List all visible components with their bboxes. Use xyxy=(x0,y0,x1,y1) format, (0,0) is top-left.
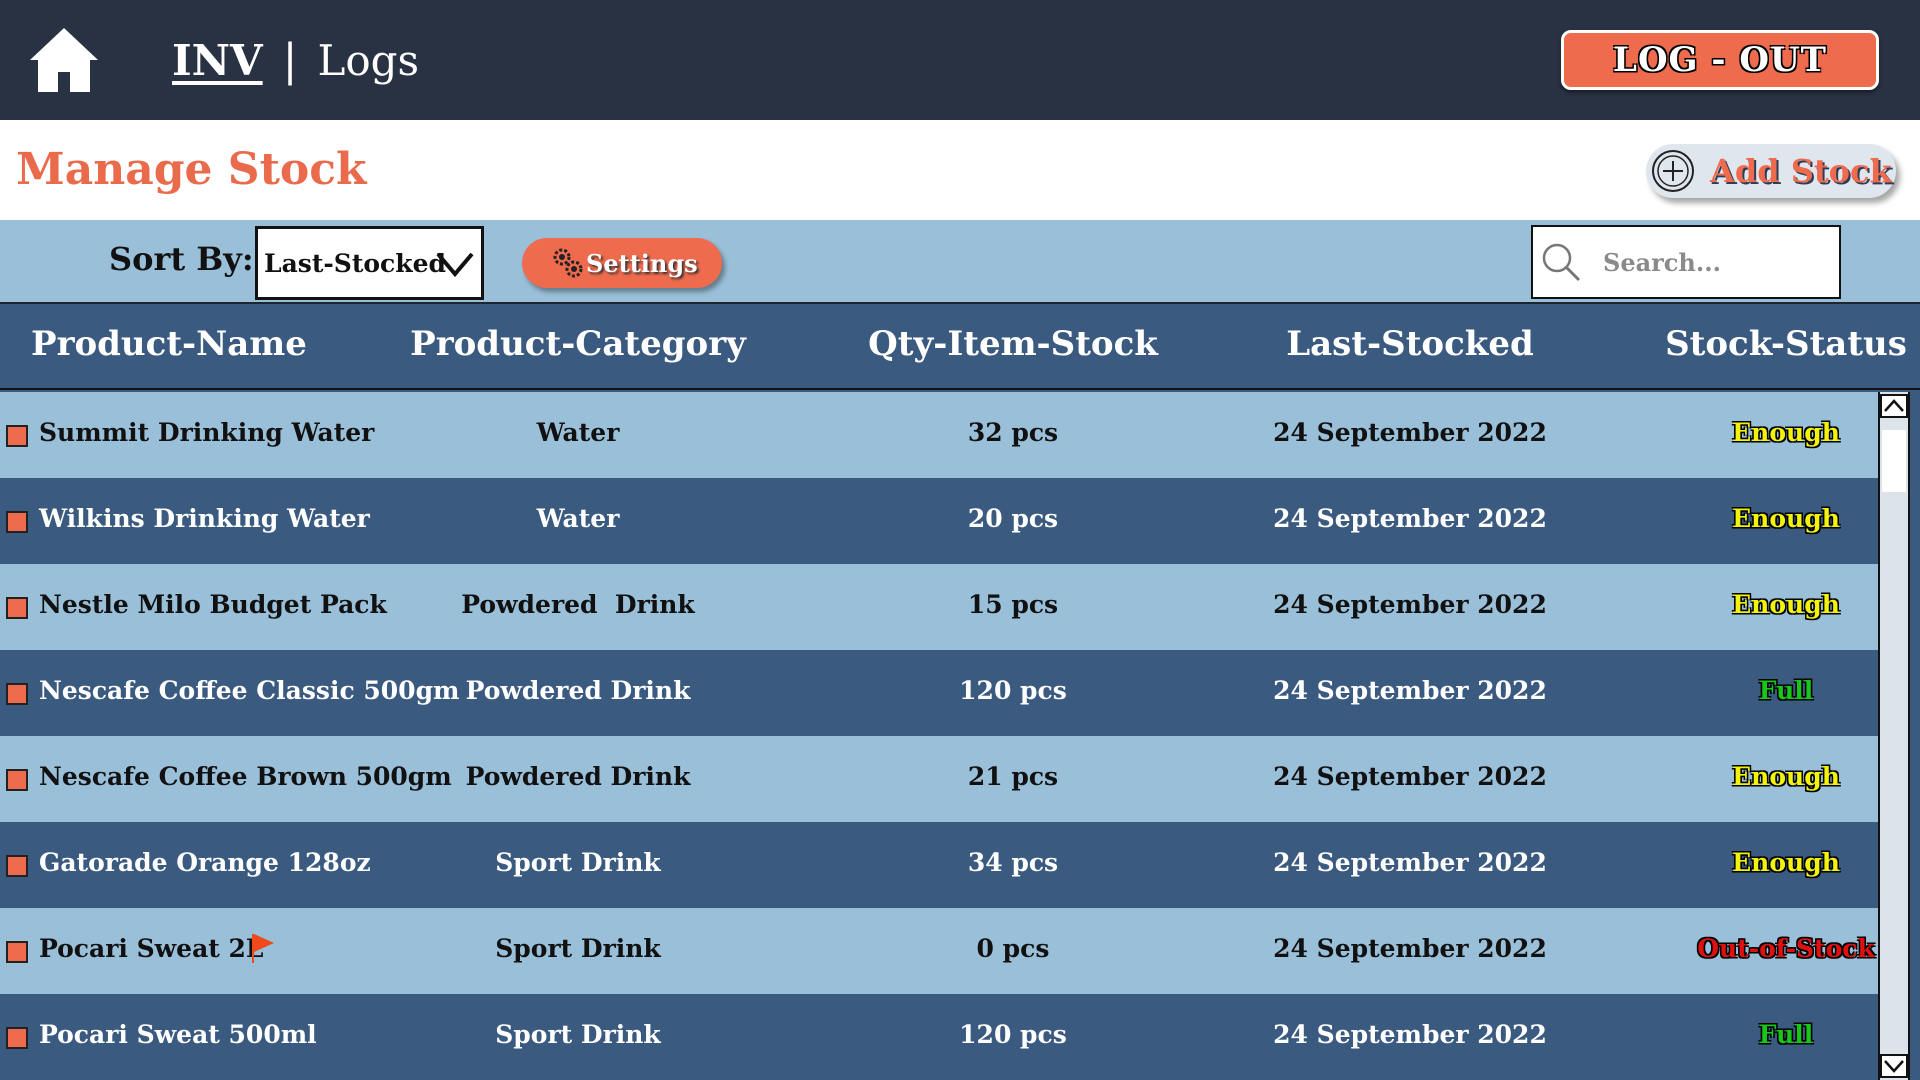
status-badge: Full xyxy=(1758,676,1814,705)
last-stocked: 24 September 2022 xyxy=(1273,848,1547,877)
product-name: Pocari Sweat 2L xyxy=(39,934,264,963)
breadcrumb: INV | Logs xyxy=(172,30,419,90)
qty-item-stock: 120 pcs xyxy=(959,1020,1067,1049)
status-badge: Enough xyxy=(1732,848,1840,877)
top-nav-bar: INV | Logs LOG - OUT xyxy=(0,0,1920,120)
gears-icon xyxy=(553,248,583,278)
product-category: Powdered Drink xyxy=(461,590,695,619)
sort-select[interactable]: Last-Stocked xyxy=(255,226,484,300)
product-name: Nestle Milo Budget Pack xyxy=(39,590,387,619)
qty-item-stock: 15 pcs xyxy=(967,590,1059,619)
table-row[interactable]: Gatorade Orange 128oz Sport Drink 34 pcs… xyxy=(0,822,1878,908)
product-name: Nescafe Coffee Brown 500gm xyxy=(39,762,452,791)
qty-item-stock: 0 pcs xyxy=(976,934,1050,963)
qty-item-stock: 21 pcs xyxy=(967,762,1059,791)
row-checkbox[interactable] xyxy=(6,769,28,791)
status-badge: Enough xyxy=(1732,418,1840,447)
column-header-stock-status[interactable]: Stock-Status xyxy=(1665,324,1907,364)
status-badge: Enough xyxy=(1732,762,1840,791)
row-checkbox[interactable] xyxy=(6,597,28,619)
table-row[interactable]: Nescafe Coffee Classic 500gm Powdered Dr… xyxy=(0,650,1878,736)
scroll-up-button[interactable] xyxy=(1880,394,1908,418)
last-stocked: 24 September 2022 xyxy=(1273,504,1547,533)
status-badge: Out-of-Stock xyxy=(1697,934,1875,963)
last-stocked: 24 September 2022 xyxy=(1273,676,1547,705)
toolbar: Sort By: Last-Stocked Settings Search... xyxy=(0,220,1920,304)
search-input[interactable]: Search... xyxy=(1531,225,1841,299)
status-badge: Enough xyxy=(1732,590,1840,619)
product-name: Pocari Sweat 500ml xyxy=(39,1020,317,1049)
breadcrumb-separator: | xyxy=(282,34,298,86)
settings-button[interactable]: Settings xyxy=(522,238,722,288)
table-row[interactable]: Pocari Sweat 2L Sport Drink 0 pcs 24 Sep… xyxy=(0,908,1878,994)
last-stocked: 24 September 2022 xyxy=(1273,418,1547,447)
chevron-up-icon xyxy=(1884,399,1904,412)
status-badge: Enough xyxy=(1732,504,1840,533)
table-row[interactable]: Summit Drinking Water Water 32 pcs 24 Se… xyxy=(0,392,1878,478)
search-placeholder: Search... xyxy=(1603,247,1721,277)
table-header: Product-Name Product-Category Qty-Item-S… xyxy=(0,306,1920,390)
row-checkbox[interactable] xyxy=(6,683,28,705)
product-category: Sport Drink xyxy=(495,934,661,963)
column-header-product-category[interactable]: Product-Category xyxy=(410,324,746,364)
last-stocked: 24 September 2022 xyxy=(1273,762,1547,791)
page-title: Manage Stock xyxy=(16,144,367,195)
column-header-product-name[interactable]: Product-Name xyxy=(31,324,307,364)
qty-item-stock: 20 pcs xyxy=(967,504,1059,533)
status-badge: Full xyxy=(1758,1020,1814,1049)
column-header-qty-item-stock[interactable]: Qty-Item-Stock xyxy=(868,324,1158,364)
qty-item-stock: 120 pcs xyxy=(959,676,1067,705)
chevron-down-icon xyxy=(1884,1060,1904,1073)
flag-icon[interactable] xyxy=(250,932,276,964)
logout-button[interactable]: LOG - OUT xyxy=(1561,30,1879,90)
product-category: Sport Drink xyxy=(495,1020,661,1049)
vertical-scrollbar[interactable] xyxy=(1878,392,1910,1080)
home-icon[interactable] xyxy=(28,24,100,96)
row-checkbox[interactable] xyxy=(6,511,28,533)
product-name: Wilkins Drinking Water xyxy=(39,504,370,533)
row-checkbox[interactable] xyxy=(6,941,28,963)
chevron-down-icon xyxy=(436,252,474,278)
add-stock-label: Add Stock xyxy=(1710,152,1892,190)
search-icon xyxy=(1542,243,1581,282)
product-name: Nescafe Coffee Classic 500gm xyxy=(39,676,460,705)
qty-item-stock: 34 pcs xyxy=(967,848,1059,877)
product-category: Sport Drink xyxy=(495,848,661,877)
last-stocked: 24 September 2022 xyxy=(1273,590,1547,619)
page-header: Manage Stock Add Stock xyxy=(0,120,1920,220)
qty-item-stock: 32 pcs xyxy=(967,418,1059,447)
settings-label: Settings xyxy=(586,248,698,278)
scroll-down-button[interactable] xyxy=(1880,1054,1908,1078)
row-checkbox[interactable] xyxy=(6,855,28,877)
table-body: Summit Drinking Water Water 32 pcs 24 Se… xyxy=(0,392,1878,1080)
brand-link[interactable]: INV xyxy=(172,36,263,85)
last-stocked: 24 September 2022 xyxy=(1273,1020,1547,1049)
product-category: Water xyxy=(536,504,620,533)
row-checkbox[interactable] xyxy=(6,1027,28,1049)
add-stock-button[interactable]: Add Stock xyxy=(1646,144,1896,198)
product-category: Water xyxy=(536,418,620,447)
product-name: Gatorade Orange 128oz xyxy=(39,848,371,877)
row-checkbox[interactable] xyxy=(6,425,28,447)
breadcrumb-logs[interactable]: Logs xyxy=(317,36,419,85)
column-header-last-stocked[interactable]: Last-Stocked xyxy=(1286,324,1534,364)
sort-select-value: Last-Stocked xyxy=(264,248,446,278)
product-category: Powdered Drink xyxy=(465,762,691,791)
sort-label: Sort By: xyxy=(109,240,254,278)
table-row[interactable]: Nestle Milo Budget Pack Powdered Drink 1… xyxy=(0,564,1878,650)
product-category: Powdered Drink xyxy=(465,676,691,705)
table-row[interactable]: Wilkins Drinking Water Water 20 pcs 24 S… xyxy=(0,478,1878,564)
table-row[interactable]: Nescafe Coffee Brown 500gm Powdered Drin… xyxy=(0,736,1878,822)
table-row[interactable]: Pocari Sweat 500ml Sport Drink 120 pcs 2… xyxy=(0,994,1878,1080)
product-name: Summit Drinking Water xyxy=(39,418,375,447)
last-stocked: 24 September 2022 xyxy=(1273,934,1547,963)
plus-circle-icon xyxy=(1652,150,1694,192)
scroll-thumb[interactable] xyxy=(1882,430,1906,492)
